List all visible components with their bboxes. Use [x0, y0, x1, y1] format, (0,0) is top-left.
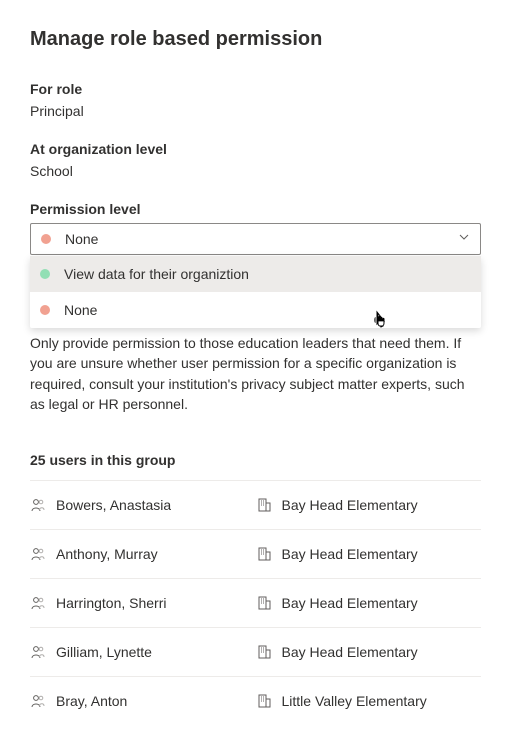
- permission-help-text: Only provide permission to those educati…: [30, 333, 481, 414]
- user-org: Bay Head Elementary: [282, 546, 418, 562]
- user-org: Bay Head Elementary: [282, 644, 418, 660]
- role-label: For role: [30, 81, 481, 97]
- building-icon: [256, 595, 272, 611]
- table-row: Gilliam, Lynette Bay Head Elementary: [30, 627, 481, 676]
- user-name: Harrington, Sherri: [56, 595, 167, 611]
- org-field: At organization level School: [30, 141, 481, 179]
- building-icon: [256, 644, 272, 660]
- users-table: Bowers, Anastasia Bay Head Elementary An…: [30, 480, 481, 725]
- org-value: School: [30, 163, 481, 179]
- org-label: At organization level: [30, 141, 481, 157]
- user-name: Gilliam, Lynette: [56, 644, 152, 660]
- person-icon: [30, 497, 46, 513]
- status-dot-icon: [40, 269, 50, 279]
- user-org: Little Valley Elementary: [282, 693, 427, 709]
- user-org-cell: Bay Head Elementary: [256, 497, 482, 513]
- person-icon: [30, 644, 46, 660]
- user-org-cell: Little Valley Elementary: [256, 693, 482, 709]
- table-row: Anthony, Murray Bay Head Elementary: [30, 529, 481, 578]
- chevron-down-icon: [458, 230, 470, 248]
- permission-label: Permission level: [30, 201, 481, 217]
- user-name: Bowers, Anastasia: [56, 497, 171, 513]
- users-heading: 25 users in this group: [30, 452, 481, 468]
- person-icon: [30, 595, 46, 611]
- building-icon: [256, 497, 272, 513]
- permission-dropdown: View data for their organiztion None: [30, 256, 481, 328]
- table-row: Harrington, Sherri Bay Head Elementary: [30, 578, 481, 627]
- option-label: None: [64, 302, 97, 318]
- user-org: Bay Head Elementary: [282, 595, 418, 611]
- person-icon: [30, 693, 46, 709]
- user-name: Bray, Anton: [56, 693, 127, 709]
- user-name: Anthony, Murray: [56, 546, 158, 562]
- user-name-cell: Anthony, Murray: [30, 546, 256, 562]
- permission-option-none[interactable]: None: [30, 292, 481, 328]
- user-name-cell: Bray, Anton: [30, 693, 256, 709]
- permission-select[interactable]: None: [30, 223, 481, 255]
- building-icon: [256, 693, 272, 709]
- user-org-cell: Bay Head Elementary: [256, 595, 482, 611]
- user-name-cell: Bowers, Anastasia: [30, 497, 256, 513]
- table-row: Bray, Anton Little Valley Elementary: [30, 676, 481, 725]
- page-title: Manage role based permission: [30, 28, 481, 51]
- permission-field: Permission level None View data for thei…: [30, 201, 481, 255]
- user-org-cell: Bay Head Elementary: [256, 644, 482, 660]
- status-dot-icon: [41, 234, 51, 244]
- permission-option-view[interactable]: View data for their organiztion: [30, 256, 481, 292]
- permission-selected-text: None: [65, 231, 470, 247]
- user-name-cell: Harrington, Sherri: [30, 595, 256, 611]
- person-icon: [30, 546, 46, 562]
- role-value: Principal: [30, 103, 481, 119]
- user-org: Bay Head Elementary: [282, 497, 418, 513]
- option-label: View data for their organiztion: [64, 266, 249, 282]
- user-name-cell: Gilliam, Lynette: [30, 644, 256, 660]
- user-org-cell: Bay Head Elementary: [256, 546, 482, 562]
- table-row: Bowers, Anastasia Bay Head Elementary: [30, 480, 481, 529]
- status-dot-icon: [40, 305, 50, 315]
- building-icon: [256, 546, 272, 562]
- role-field: For role Principal: [30, 81, 481, 119]
